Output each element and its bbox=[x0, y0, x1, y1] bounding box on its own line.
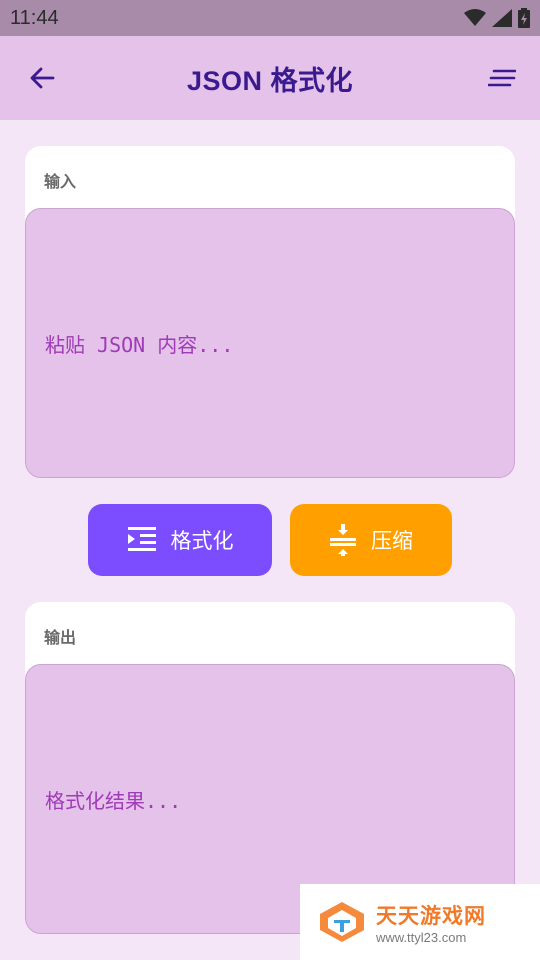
format-button-label: 格式化 bbox=[170, 529, 234, 553]
watermark-text: 天天游戏网 www.ttyl23.com bbox=[376, 900, 486, 945]
menu-button[interactable] bbox=[482, 60, 522, 96]
wifi-icon bbox=[464, 9, 486, 26]
status-time: 11:44 bbox=[10, 6, 59, 29]
format-button[interactable]: 格式化 bbox=[88, 504, 272, 576]
input-card: 输入 粘贴 JSON 内容... bbox=[25, 146, 515, 478]
compress-button-label: 压缩 bbox=[371, 529, 413, 553]
arrow-back-icon bbox=[30, 67, 55, 89]
input-text-area[interactable]: 粘贴 JSON 内容... bbox=[25, 208, 515, 478]
status-icons bbox=[464, 8, 530, 28]
page-title: JSON 格式化 bbox=[186, 65, 354, 96]
watermark-logo-icon bbox=[320, 902, 364, 942]
compress-button[interactable]: 压缩 bbox=[290, 504, 452, 576]
status-bar: 11:44 bbox=[0, 0, 540, 36]
input-label: 输入 bbox=[44, 172, 77, 191]
output-placeholder: 格式化结果... bbox=[45, 788, 182, 813]
compress-icon bbox=[329, 524, 357, 556]
sort-menu-icon bbox=[488, 69, 516, 87]
input-placeholder: 粘贴 JSON 内容... bbox=[45, 332, 234, 357]
output-label: 输出 bbox=[44, 628, 77, 647]
battery-charging-icon bbox=[518, 8, 530, 28]
app-bar: JSON 格式化 bbox=[0, 36, 540, 120]
watermark-url: www.ttyl23.com bbox=[376, 929, 467, 945]
cellular-signal-icon bbox=[492, 9, 512, 27]
format-indent-icon bbox=[127, 525, 157, 555]
watermark: 天天游戏网 www.ttyl23.com bbox=[300, 884, 540, 960]
back-button[interactable] bbox=[22, 60, 62, 96]
watermark-name: 天天游戏网 bbox=[376, 903, 486, 928]
